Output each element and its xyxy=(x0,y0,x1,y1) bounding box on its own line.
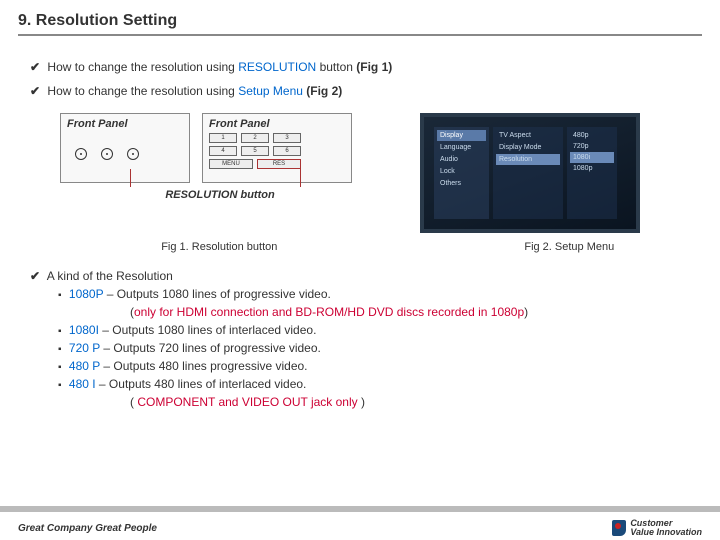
text: How to change the resolution using xyxy=(47,84,238,98)
footer-tagline: Great Company Great People xyxy=(18,523,157,534)
note-text: only for HDMI connection and BD-ROM/HD D… xyxy=(134,305,524,319)
logo-text: Value Innovation xyxy=(630,528,702,537)
res-desc: – Outputs 1080 lines of interlaced video… xyxy=(102,323,316,337)
panel-key: 2 xyxy=(241,133,269,143)
panel-key-resolution: RES xyxy=(257,159,301,169)
instruction-line-1: ✔ How to change the resolution using RES… xyxy=(30,60,690,74)
res-name: 1080I xyxy=(69,323,99,337)
menu-item: Display xyxy=(437,130,486,141)
text: ) xyxy=(358,395,365,409)
res-name: 720 P xyxy=(69,341,100,355)
resolution-list: ✔ A kind of the Resolution ▪ 1080P – Out… xyxy=(30,267,690,411)
instruction-line-2: ✔ How to change the resolution using Set… xyxy=(30,84,690,98)
menu-item: Others xyxy=(437,178,486,189)
menu-item: Language xyxy=(437,142,486,153)
tv-menu-categories: Display Language Audio Lock Others xyxy=(434,127,489,219)
figures-row: Front Panel Front Panel 1 2 3 xyxy=(60,113,690,233)
res-desc: – Outputs 1080 lines of progressive vide… xyxy=(107,287,331,301)
panel-button-icon xyxy=(101,148,113,160)
note-text: COMPONENT and VIDEO OUT jack only xyxy=(137,395,357,409)
list-heading: A kind of the Resolution xyxy=(47,269,173,283)
menu-item: Audio xyxy=(437,154,486,165)
menu-item: Display Mode xyxy=(496,142,560,153)
fig-ref: (Fig 2) xyxy=(306,84,342,98)
menu-item: Lock xyxy=(437,166,486,177)
keyword: Setup Menu xyxy=(238,84,303,98)
page-title: 9. Resolution Setting xyxy=(18,12,702,36)
caption-1: Fig 1. Resolution button xyxy=(60,241,359,253)
panel-key: 5 xyxy=(241,146,269,156)
list-item: ▪ 480 P – Outputs 480 lines progressive … xyxy=(58,357,690,375)
check-icon: ✔ xyxy=(30,269,40,283)
res-desc: – Outputs 480 lines progressive video. xyxy=(103,359,307,373)
front-panel-left: Front Panel xyxy=(60,113,190,183)
logo-icon xyxy=(612,520,626,536)
panel-key: 3 xyxy=(273,133,301,143)
res-desc: – Outputs 720 lines of progressive video… xyxy=(103,341,320,355)
tv-screen: Display Language Audio Lock Others TV As… xyxy=(420,113,640,233)
panel-label: Front Panel xyxy=(209,118,345,130)
menu-item: 1080i xyxy=(570,152,614,163)
check-icon: ✔ xyxy=(30,84,40,98)
list-note: (only for HDMI connection and BD-ROM/HD … xyxy=(130,303,690,321)
panel-button-icon xyxy=(127,148,139,160)
list-item: ▪ 480 I – Outputs 480 lines of interlace… xyxy=(58,375,690,393)
panel-key: 4 xyxy=(209,146,237,156)
res-name: 1080P xyxy=(69,287,103,301)
tv-menu-options: TV Aspect Display Mode Resolution xyxy=(493,127,563,219)
menu-item: 480p xyxy=(570,130,614,141)
res-desc: – Outputs 480 lines of interlaced video. xyxy=(99,377,306,391)
list-item: ▪ 720 P – Outputs 720 lines of progressi… xyxy=(58,339,690,357)
list-item: ▪ 1080P – Outputs 1080 lines of progress… xyxy=(58,285,690,303)
panel-label: Front Panel xyxy=(67,118,183,130)
fig-ref: (Fig 1) xyxy=(356,60,392,74)
panel-key: 6 xyxy=(273,146,301,156)
keyword: RESOLUTION xyxy=(238,60,316,74)
text: ) xyxy=(524,305,528,319)
text: How to change the resolution using xyxy=(47,60,238,74)
menu-item: Resolution xyxy=(496,154,560,165)
res-name: 480 I xyxy=(69,377,99,391)
resolution-button-label: RESOLUTION button xyxy=(60,189,380,201)
figure-1: Front Panel Front Panel 1 2 3 xyxy=(60,113,380,201)
footer-logo: Customer Value Innovation xyxy=(612,519,702,537)
check-icon: ✔ xyxy=(30,60,40,74)
panel-key: 1 xyxy=(209,133,237,143)
panel-key: MENU xyxy=(209,159,253,169)
caption-2: Fig 2. Setup Menu xyxy=(449,241,690,253)
res-name: 480 P xyxy=(69,359,100,373)
panel-button-icon xyxy=(75,148,87,160)
menu-item: 1080p xyxy=(570,163,614,174)
tv-menu-values: 480p 720p 1080i 1080p xyxy=(567,127,617,219)
front-panel-right: Front Panel 1 2 3 4 5 6 MENU RES xyxy=(202,113,352,183)
footer-divider xyxy=(0,506,720,512)
figure-captions: Fig 1. Resolution button Fig 2. Setup Me… xyxy=(60,241,690,253)
menu-item: TV Aspect xyxy=(496,130,560,141)
list-note: ( COMPONENT and VIDEO OUT jack only ) xyxy=(130,393,690,411)
figure-2: Display Language Audio Lock Others TV As… xyxy=(420,113,640,233)
text: button xyxy=(320,60,357,74)
menu-item: 720p xyxy=(570,141,614,152)
list-item: ▪ 1080I – Outputs 1080 lines of interlac… xyxy=(58,321,690,339)
footer: Great Company Great People Customer Valu… xyxy=(0,516,720,540)
